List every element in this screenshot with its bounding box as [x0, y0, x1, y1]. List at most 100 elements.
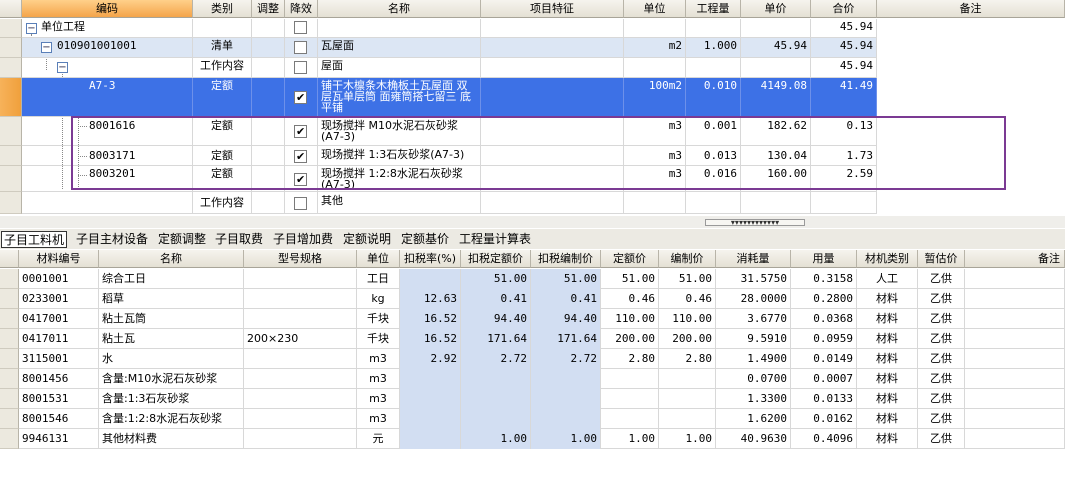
col-header-total[interactable]: 合价: [811, 0, 877, 18]
tree-row-work[interactable]: 工作内容 其他: [22, 192, 877, 214]
tax-rate[interactable]: 16.52: [400, 329, 461, 349]
usage[interactable]: 0.3158: [791, 269, 857, 289]
col-header-category[interactable]: 材机类别: [857, 250, 918, 268]
estimate[interactable]: 乙供: [918, 329, 965, 349]
row-header[interactable]: [0, 429, 19, 449]
material-row[interactable]: 8001456 含量:M10水泥石灰砂浆 m3 0.0700 0.0007 材料 乙供: [19, 369, 1065, 389]
consumption[interactable]: 1.6200: [716, 409, 791, 429]
category[interactable]: 材料: [857, 409, 918, 429]
material-spec[interactable]: 200×230: [244, 329, 357, 349]
col-header-quota-price[interactable]: 定额价: [601, 250, 659, 268]
material-spec[interactable]: [244, 269, 357, 289]
tree-row-bill[interactable]: − 010901001001 清单 瓦屋面 m2 1.000 45.94 45.…: [22, 38, 877, 58]
category[interactable]: 人工: [857, 269, 918, 289]
tab-fee[interactable]: 子目取费: [213, 231, 265, 248]
consumption[interactable]: 0.0700: [716, 369, 791, 389]
tree-row-material[interactable]: 8001616 定额 现场搅拌 M10水泥石灰砂浆(A7-3) m3 0.001…: [22, 117, 877, 146]
row-header[interactable]: [0, 192, 22, 214]
row-header[interactable]: [0, 117, 22, 146]
compiled-price[interactable]: 51.00: [659, 269, 716, 289]
col-header-estimate[interactable]: 暂估价: [918, 250, 965, 268]
row-header[interactable]: [0, 146, 22, 166]
col-header-tax-compiled-price[interactable]: 扣税编制价: [531, 250, 601, 268]
col-header-type[interactable]: 类别: [193, 0, 252, 18]
category[interactable]: 材料: [857, 329, 918, 349]
tax-quota-price[interactable]: 171.64: [461, 329, 531, 349]
compiled-price[interactable]: 2.80: [659, 349, 716, 369]
tax-compiled-price[interactable]: 51.00: [531, 269, 601, 289]
consumption[interactable]: 1.3300: [716, 389, 791, 409]
consumption[interactable]: 1.4900: [716, 349, 791, 369]
material-code[interactable]: 3115001: [19, 349, 99, 369]
efficiency-checkbox[interactable]: [294, 61, 307, 74]
row-header[interactable]: [0, 269, 19, 289]
tab-main-material-equipment[interactable]: 子目主材设备: [74, 231, 150, 248]
compiled-price[interactable]: [659, 389, 716, 409]
material-unit[interactable]: 千块: [357, 329, 400, 349]
consumption[interactable]: 31.5750: [716, 269, 791, 289]
tax-quota-price[interactable]: 51.00: [461, 269, 531, 289]
material-unit[interactable]: m3: [357, 409, 400, 429]
material-spec[interactable]: [244, 369, 357, 389]
compiled-price[interactable]: 0.46: [659, 289, 716, 309]
consumption[interactable]: 9.5910: [716, 329, 791, 349]
material-unit[interactable]: 元: [357, 429, 400, 449]
quota-price[interactable]: [601, 389, 659, 409]
usage[interactable]: 0.0149: [791, 349, 857, 369]
note[interactable]: [965, 409, 1065, 429]
splitter-bar[interactable]: [0, 216, 1065, 228]
tax-quota-price[interactable]: 1.00: [461, 429, 531, 449]
quota-price[interactable]: 51.00: [601, 269, 659, 289]
category[interactable]: 材料: [857, 389, 918, 409]
note[interactable]: [965, 329, 1065, 349]
tax-quota-price[interactable]: [461, 389, 531, 409]
tax-compiled-price[interactable]: 1.00: [531, 429, 601, 449]
tree-row-work[interactable]: − 工作内容 屋面 45.94: [22, 58, 877, 78]
material-row[interactable]: 0417001 粘土瓦筒 千块 16.52 94.40 94.40 110.00 110.00…: [19, 309, 1065, 329]
note[interactable]: [965, 269, 1065, 289]
material-row[interactable]: 0417011 粘土瓦 200×230 千块 16.52 171.64 171.64 200.…: [19, 329, 1065, 349]
material-unit[interactable]: 工日: [357, 269, 400, 289]
col-header-tax-quota-price[interactable]: 扣税定额价: [461, 250, 531, 268]
compiled-price[interactable]: 110.00: [659, 309, 716, 329]
material-unit[interactable]: 千块: [357, 309, 400, 329]
material-unit[interactable]: m3: [357, 389, 400, 409]
tax-compiled-price[interactable]: [531, 409, 601, 429]
material-row[interactable]: 8001531 含量:1:3石灰砂浆 m3 1.3300 0.0133 材料 乙供: [19, 389, 1065, 409]
tax-rate[interactable]: [400, 269, 461, 289]
material-row[interactable]: 3115001 水 m3 2.92 2.72 2.72 2.80 2.80 1.4900 0.01…: [19, 349, 1065, 369]
estimate[interactable]: 乙供: [918, 269, 965, 289]
material-spec[interactable]: [244, 349, 357, 369]
tax-rate[interactable]: 12.63: [400, 289, 461, 309]
category[interactable]: 材料: [857, 429, 918, 449]
col-header-consumption[interactable]: 消耗量: [716, 250, 791, 268]
note[interactable]: [965, 309, 1065, 329]
quota-price[interactable]: 200.00: [601, 329, 659, 349]
row-header[interactable]: [0, 369, 19, 389]
material-code[interactable]: 0417011: [19, 329, 99, 349]
consumption[interactable]: 28.0000: [716, 289, 791, 309]
note[interactable]: [965, 349, 1065, 369]
estimate[interactable]: 乙供: [918, 409, 965, 429]
usage[interactable]: 0.0162: [791, 409, 857, 429]
category[interactable]: 材料: [857, 309, 918, 329]
tax-rate[interactable]: [400, 369, 461, 389]
row-header[interactable]: [0, 309, 19, 329]
tax-rate[interactable]: 16.52: [400, 309, 461, 329]
col-header-usage[interactable]: 用量: [791, 250, 857, 268]
material-row[interactable]: 0233001 稻草 kg 12.63 0.41 0.41 0.46 0.46 28.0000 0…: [19, 289, 1065, 309]
tax-quota-price[interactable]: 2.72: [461, 349, 531, 369]
material-code[interactable]: 0417001: [19, 309, 99, 329]
tax-compiled-price[interactable]: [531, 369, 601, 389]
tax-quota-price[interactable]: [461, 409, 531, 429]
row-header[interactable]: [0, 389, 19, 409]
material-code[interactable]: 8001531: [19, 389, 99, 409]
row-header[interactable]: [0, 58, 22, 78]
row-header[interactable]: [0, 289, 19, 309]
material-unit[interactable]: m3: [357, 369, 400, 389]
usage[interactable]: 0.0959: [791, 329, 857, 349]
efficiency-checkbox[interactable]: [294, 197, 307, 210]
material-code[interactable]: 0001001: [19, 269, 99, 289]
col-header-material-code[interactable]: 材料编号: [19, 250, 99, 268]
tax-compiled-price[interactable]: 0.41: [531, 289, 601, 309]
